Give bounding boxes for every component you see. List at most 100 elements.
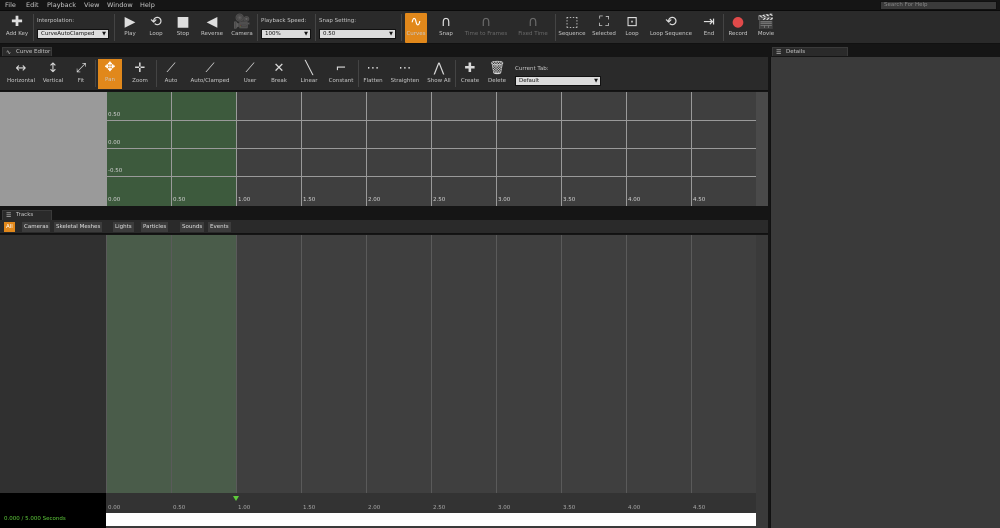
view-sequence-button[interactable]: ⬚ Sequence [558, 13, 586, 37]
timeline-scrollbar[interactable] [106, 513, 756, 526]
menu-help[interactable]: Help [140, 1, 155, 9]
filter-cameras-button[interactable]: Cameras [22, 222, 51, 232]
end-button[interactable]: ⇥ End [700, 13, 718, 37]
frame-selected-icon: ⛶ [599, 14, 609, 30]
reverse-icon: ◀ [206, 14, 218, 30]
view-selected-button[interactable]: ⛶ Selected [591, 13, 617, 37]
grid-line [236, 92, 237, 206]
tracks-filter-bar: All Cameras Skeletal Meshes Lights Particles… [0, 220, 768, 234]
tracks-icon: ☰ [6, 212, 12, 219]
tracks-timeline[interactable]: 0.00 0.50 1.00 1.50 2.00 2.50 3.00 3.50 4.00 4.50 [106, 235, 756, 513]
straighten-button[interactable]: ⋯ Straighten [389, 60, 421, 84]
playback-speed-dropdown[interactable]: 100% ▼ [261, 29, 311, 39]
search-help-input[interactable]: Search For Help [880, 1, 997, 10]
trash-icon: 🗑 [488, 61, 506, 76]
fit-vertical-button[interactable]: ↕ Vertical [41, 60, 65, 84]
filter-particles-button[interactable]: Particles [141, 222, 169, 232]
record-button[interactable]: ● Record [727, 13, 749, 37]
toolbar-separator [401, 14, 402, 41]
delete-tab-button[interactable]: 🗑 Delete [486, 60, 508, 84]
menu-file[interactable]: File [5, 1, 16, 9]
x-tick-label: 0.50 [173, 197, 186, 203]
menu-edit[interactable]: Edit [26, 1, 39, 9]
filter-events-button[interactable]: Events [208, 222, 231, 232]
menu-view[interactable]: View [84, 1, 99, 9]
filter-skeletal-meshes-button[interactable]: Skeletal Meshes [54, 222, 103, 232]
tab-details[interactable]: ☰ Details [772, 47, 848, 56]
snap-setting-label: Snap Setting: [319, 18, 357, 24]
curves-icon: ∿ [410, 14, 422, 30]
pan-button[interactable]: ✥ Pan [98, 59, 122, 89]
tab-tracks[interactable]: ☰ Tracks [2, 210, 52, 220]
curves-toggle-button[interactable]: ∿ Curves [405, 13, 427, 43]
curve-graph[interactable]: 0.00 0.50 1.00 1.50 2.00 2.50 3.00 3.50 4.00 4.50… [106, 92, 756, 206]
details-panel [770, 57, 1000, 528]
grid-line [691, 235, 692, 493]
view-loop-button[interactable]: ⊡ Loop [622, 13, 642, 37]
grid-line [366, 92, 367, 206]
stop-button[interactable]: ■ Stop [172, 13, 194, 37]
fit-button[interactable]: ⤢ Fit [71, 60, 91, 84]
timeline-ruler[interactable]: 0.00 0.50 1.00 1.50 2.00 2.50 3.00 3.50 4.00 4.50 [106, 493, 756, 513]
time-to-frames-button[interactable]: ∩ Time to Frames [463, 13, 509, 37]
loop-sequence-button[interactable]: ⟲ Loop Sequence [648, 13, 694, 37]
ruler-tick-label: 3.00 [498, 505, 511, 511]
snap-setting-dropdown[interactable]: 0.50 ▼ [319, 29, 396, 39]
snap-button[interactable]: ∩ Snap [435, 13, 457, 37]
user-tangent-button[interactable]: ⟋ User [240, 60, 260, 84]
filter-lights-button[interactable]: Lights [113, 222, 134, 232]
magnet-icon: ∩ [480, 14, 492, 30]
zoom-button[interactable]: ✛ Zoom [128, 60, 152, 84]
movie-button[interactable]: 🎬 Movie [755, 13, 777, 37]
linear-tangent-button[interactable]: ╲ Linear [298, 60, 320, 84]
fixed-time-button[interactable]: ∩ Fixed Time [515, 13, 551, 37]
loop-button[interactable]: ⟲ Loop [145, 13, 167, 37]
x-tick-label: 2.50 [433, 197, 446, 203]
camera-button[interactable]: 🎥 Camera [229, 13, 255, 37]
toolbar-separator [358, 60, 359, 87]
current-tab-dropdown[interactable]: Default ▼ [515, 76, 601, 86]
grid-line [561, 92, 562, 206]
tracks-tabbar: ☰ Tracks [0, 208, 768, 220]
toolbar-separator [114, 14, 115, 41]
playhead-marker[interactable] [233, 496, 239, 501]
add-key-button[interactable]: ✚ Add Key [3, 13, 31, 37]
grid-line [301, 92, 302, 206]
tab-curve-editor[interactable]: ∿ Curve Editor [2, 47, 52, 56]
grid-line [106, 148, 756, 149]
constant-tangent-button[interactable]: ⌐ Constant [326, 60, 356, 84]
magnet-icon: ∩ [440, 14, 452, 30]
fit-icon: ⤢ [75, 61, 87, 76]
add-key-icon: ✚ [11, 14, 23, 30]
chevron-down-icon: ▼ [304, 31, 308, 37]
flatten-button[interactable]: ⋯ Flatten [361, 60, 385, 84]
tracks-area: 0.000 / 5.000 Seconds 0.00 0.50 1.00 1.50 2.… [0, 235, 768, 528]
play-button[interactable]: ▶ Play [119, 13, 141, 37]
play-icon: ▶ [124, 14, 136, 30]
filter-all-button[interactable]: All [4, 222, 15, 232]
track-list-panel[interactable] [0, 235, 106, 493]
ruler-tick-label: 1.00 [238, 505, 251, 511]
auto-tangent-button[interactable]: ⟋ Auto [160, 60, 182, 84]
curve-icon: ∿ [6, 49, 12, 56]
create-tab-button[interactable]: ✚ Create [458, 60, 482, 84]
fit-horizontal-button[interactable]: ↔ Horizontal [5, 60, 37, 84]
filter-sounds-button[interactable]: Sounds [180, 222, 205, 232]
chevron-down-icon: ▼ [102, 31, 106, 37]
reverse-button[interactable]: ◀ Reverse [198, 13, 226, 37]
pan-icon: ✥ [104, 60, 116, 75]
break-tangent-button[interactable]: ✕ Break [268, 60, 290, 84]
auto-clamped-tangent-button[interactable]: ⟋ Auto/Clamped [188, 60, 232, 84]
grid-line [106, 120, 756, 121]
tracks-scrollbar[interactable] [756, 235, 768, 528]
curve-scrollbar[interactable] [756, 92, 768, 206]
show-all-button[interactable]: ⋀ Show All [425, 60, 453, 84]
menu-playback[interactable]: Playback [47, 1, 76, 9]
x-tick-label: 3.00 [498, 197, 511, 203]
grid-line [691, 92, 692, 206]
y-tick-label: -0.50 [108, 168, 123, 174]
menu-window[interactable]: Window [107, 1, 133, 9]
loop-icon: ⟲ [150, 14, 162, 30]
x-tick-label: 1.50 [303, 197, 316, 203]
interpolation-dropdown[interactable]: CurveAutoClamped ▼ [37, 29, 109, 39]
